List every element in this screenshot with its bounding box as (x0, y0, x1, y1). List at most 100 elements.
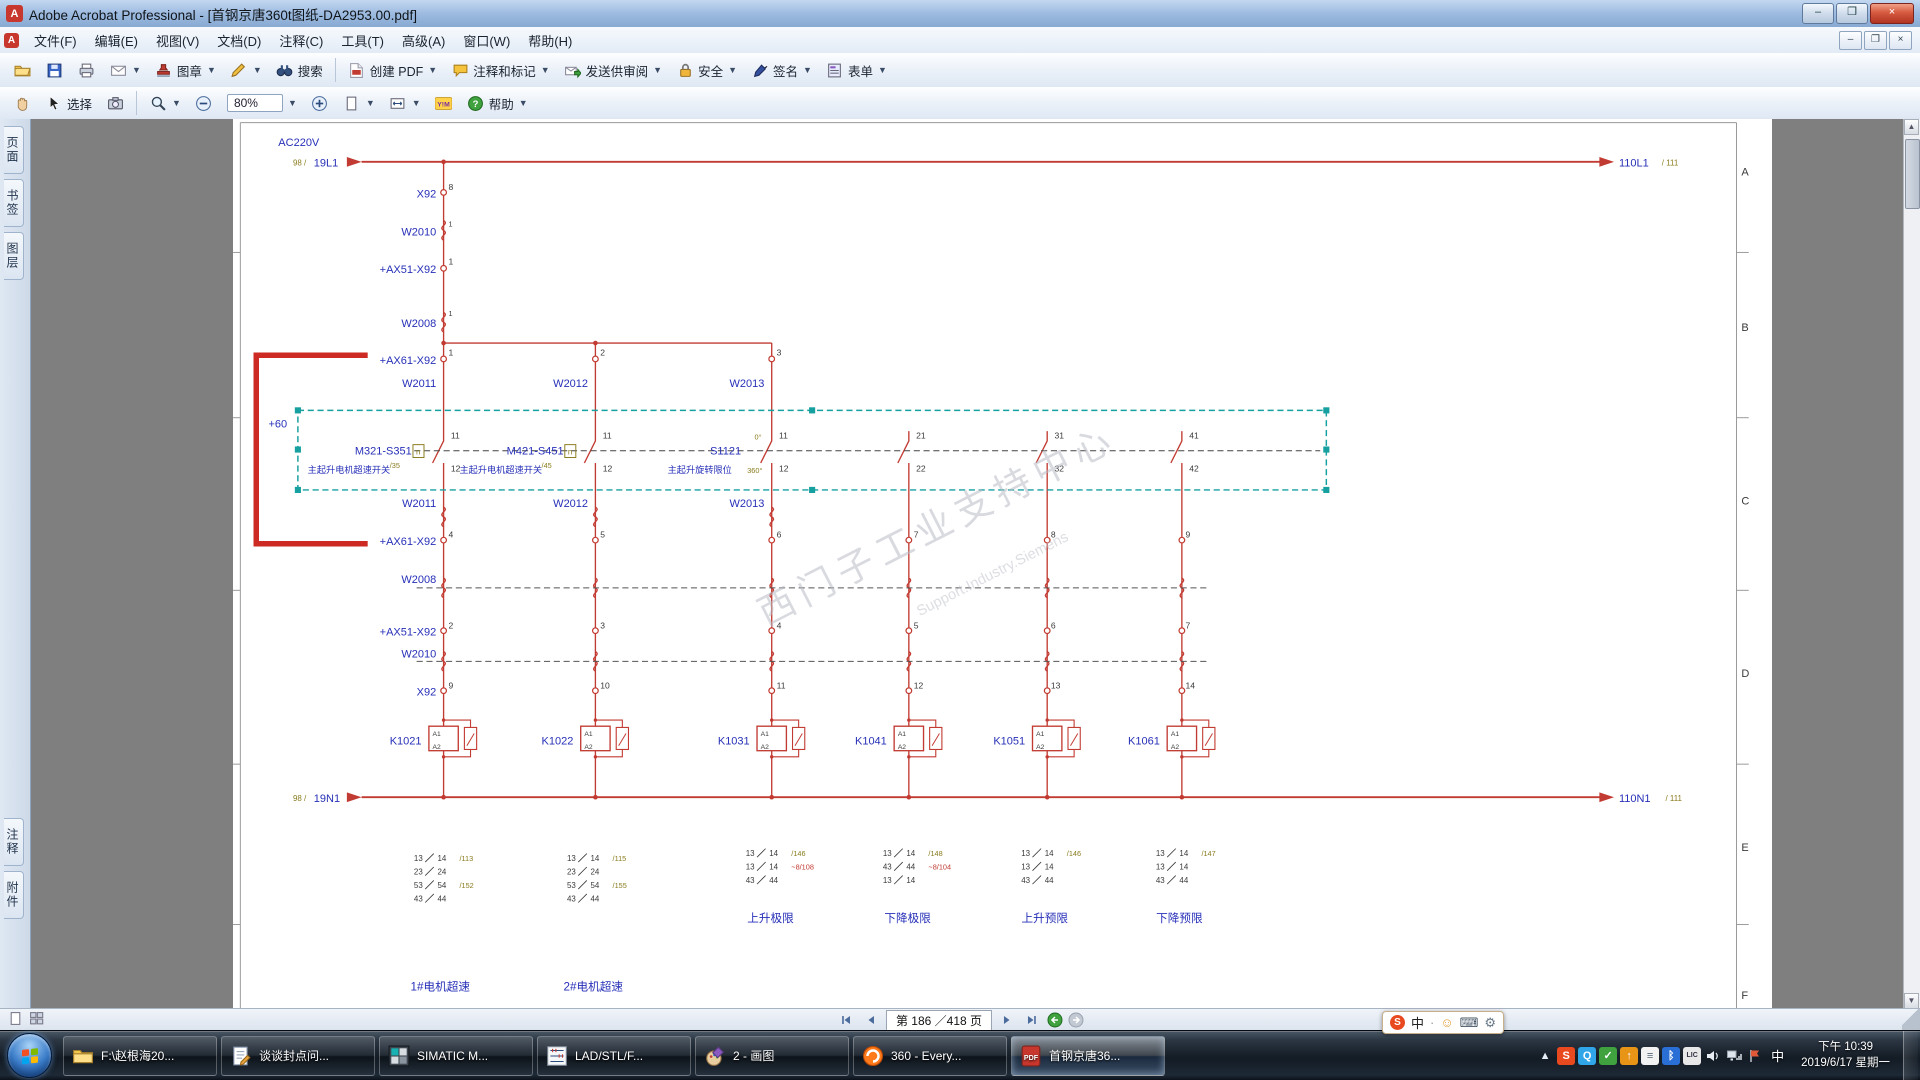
sogou-logo-icon[interactable]: S (1390, 1015, 1405, 1030)
panel-tab-layers[interactable]: 图层 (4, 232, 24, 280)
show-desktop-button[interactable] (1903, 1031, 1918, 1080)
sign-button[interactable]: 签名▼ (745, 57, 818, 84)
zoom-tool-button[interactable]: ▼ (143, 90, 187, 116)
first-page-icon[interactable] (836, 1011, 856, 1030)
email-button[interactable]: ▼ (103, 57, 147, 83)
schematic-label: 13 (1051, 680, 1061, 690)
schematic-label: W2012 (553, 378, 588, 390)
tray-sogou-icon[interactable]: S (1557, 1047, 1575, 1065)
menu-item-file[interactable]: 文件(F) (25, 28, 86, 53)
tray-license-icon[interactable]: LIC (1683, 1047, 1701, 1065)
mdi-close-button[interactable]: × (1889, 31, 1912, 50)
vertical-scrollbar[interactable]: ▲ ▼ (1903, 119, 1920, 1009)
zoom-level-button[interactable]: 80%▼ (221, 90, 303, 116)
highlight-button[interactable]: ▼ (224, 57, 268, 83)
taskbar-item-5[interactable]: 360 - Every... (853, 1036, 1007, 1076)
mdi-minimize-button[interactable]: – (1839, 31, 1862, 50)
mdi-restore-button[interactable]: ❐ (1864, 31, 1887, 50)
hand-tool-button[interactable] (7, 90, 37, 116)
next-page-icon[interactable] (997, 1011, 1017, 1030)
menu-item-advanced[interactable]: 高级(A) (393, 28, 454, 53)
input-language-indicator[interactable]: 中 (1767, 1046, 1788, 1065)
scroll-up-icon[interactable]: ▲ (1904, 119, 1919, 135)
schematic-label: / 111 (1662, 159, 1679, 168)
menu-item-window[interactable]: 窗口(W) (454, 28, 519, 53)
panel-tab-comments[interactable]: 注释 (4, 818, 24, 866)
create-pdf-button[interactable]: 创建 PDF▼ (342, 57, 443, 84)
svg-text:13: 13 (746, 849, 755, 858)
taskbar-item-4[interactable]: 2 - 画图 (695, 1036, 849, 1076)
sogou-bar-item-4[interactable]: ⚙ (1484, 1015, 1496, 1031)
minimize-button[interactable]: – (1802, 3, 1834, 24)
page-layout-continuous-icon[interactable] (29, 1011, 44, 1029)
menu-item-help[interactable]: 帮助(H) (519, 28, 581, 53)
tray-update-icon[interactable]: ↑ (1620, 1047, 1638, 1065)
sogou-bar-item-0[interactable]: 中 (1411, 1013, 1424, 1032)
scroll-down-icon[interactable]: ▼ (1904, 993, 1919, 1009)
select-tool-button[interactable]: 选择 (39, 90, 98, 117)
secure-button[interactable]: 安全▼ (670, 57, 743, 84)
stamp-button[interactable]: 图章▼ (149, 57, 222, 84)
sogou-bar-item-2[interactable]: ☺ (1440, 1015, 1453, 1030)
start-button[interactable] (7, 1033, 52, 1078)
menu-item-edit[interactable]: 编辑(E) (86, 28, 147, 53)
next-view-icon[interactable] (1068, 1012, 1084, 1028)
windows-flag-icon (20, 1046, 40, 1066)
page-number-field[interactable]: 第 186 ／418 页 (886, 1010, 992, 1031)
comment-markup-button[interactable]: 注释和标记▼ (445, 57, 555, 84)
snapshot-tool-button[interactable] (100, 90, 130, 116)
print-button[interactable] (71, 57, 101, 83)
pdf-page-schematic[interactable]: AC220V98 /19L1110L1/ 111X928W20101+AX51-… (233, 119, 1772, 1009)
taskbar-clock[interactable]: 下午 10:39 2019/6/17 星期一 (1791, 1040, 1900, 1071)
sogou-bar-item-3[interactable]: ⌨ (1460, 1015, 1479, 1031)
document-area[interactable]: AC220V98 /19L1110L1/ 111X928W20101+AX51-… (31, 119, 1904, 1009)
panel-tab-attachments[interactable]: 附件 (4, 871, 24, 919)
schematic-label: S1121 (710, 445, 741, 457)
panel-tab-bookmarks[interactable]: 书签 (4, 179, 24, 227)
menu-item-view[interactable]: 视图(V) (147, 28, 208, 53)
menu-item-comments[interactable]: 注释(C) (270, 28, 332, 53)
tray-network-icon[interactable] (1725, 1047, 1743, 1065)
scrollbar-thumb[interactable] (1905, 139, 1920, 209)
taskbar-item-2[interactable]: SIMATIC M... (379, 1036, 533, 1076)
tray-qq-icon[interactable]: Q (1578, 1047, 1596, 1065)
sogou-input-bar[interactable]: S 中 · ☺ ⌨ ⚙ (1382, 1011, 1504, 1034)
menu-item-document[interactable]: 文档(D) (208, 28, 270, 53)
page-layout-single-icon[interactable] (8, 1011, 23, 1029)
previous-view-icon[interactable] (1047, 1012, 1063, 1028)
svg-text:44: 44 (769, 876, 778, 885)
panel-tab-pages[interactable]: 页面 (4, 126, 24, 174)
search-button[interactable]: 搜索 (270, 57, 329, 84)
tray-notes-icon[interactable]: ≡ (1641, 1047, 1659, 1065)
sogou-bar-item-1[interactable]: · (1430, 1015, 1434, 1030)
close-button[interactable]: × (1870, 3, 1914, 24)
svg-text:24: 24 (591, 867, 600, 876)
schematic-label: 6 (777, 530, 782, 540)
forms-button[interactable]: 表单▼ (820, 57, 893, 84)
ym-button[interactable]: Y!M (429, 90, 459, 116)
help-button[interactable]: ?帮助▼ (461, 90, 534, 117)
menu-item-tools[interactable]: 工具(T) (332, 28, 393, 53)
tray-volume-icon[interactable] (1704, 1047, 1722, 1065)
fit-width-button[interactable]: ▼ (383, 90, 427, 116)
schematic-label: W2013 (730, 378, 765, 390)
maximize-button[interactable]: ❐ (1836, 3, 1868, 24)
previous-page-icon[interactable] (861, 1011, 881, 1030)
send-review-button[interactable]: 发送供审阅▼ (558, 57, 668, 84)
taskbar-item-1[interactable]: 谈谈封点问... (221, 1036, 375, 1076)
taskbar-item-3[interactable]: LAD/STL/F... (537, 1036, 691, 1076)
dropdown-caret-icon: ▼ (541, 65, 550, 75)
tray-bluetooth-icon[interactable]: ᛒ (1662, 1047, 1680, 1065)
taskbar-item-0[interactable]: F:\赵根海20... (63, 1036, 217, 1076)
tray-antivirus-icon[interactable]: ✓ (1599, 1047, 1617, 1065)
open-button[interactable] (7, 57, 37, 83)
zoom-in-button[interactable] (305, 90, 335, 116)
zoom-out-button[interactable] (189, 90, 219, 116)
save-button[interactable] (39, 57, 69, 83)
schematic-label: D (1741, 668, 1749, 680)
last-page-icon[interactable] (1022, 1011, 1042, 1030)
tray-action-center-icon[interactable] (1746, 1047, 1764, 1065)
tray-expand-icon[interactable]: ▲ (1536, 1047, 1554, 1065)
taskbar-item-6[interactable]: PDF首钢京唐36... (1011, 1036, 1165, 1076)
fit-page-button[interactable]: ▼ (337, 90, 381, 116)
